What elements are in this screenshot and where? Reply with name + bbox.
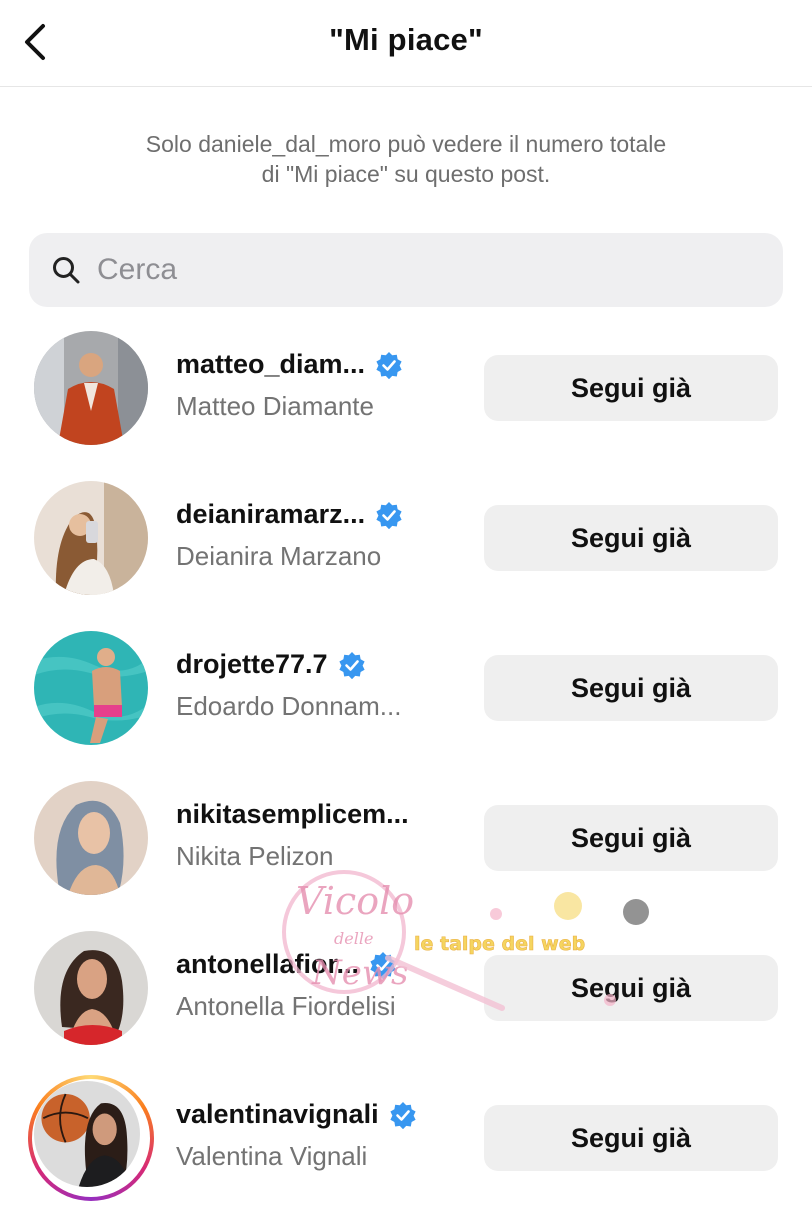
avatar[interactable] [34, 931, 148, 1045]
username: valentinavignali [176, 1099, 379, 1129]
following-button[interactable]: Segui già [484, 655, 778, 721]
verified-badge-icon [375, 501, 403, 529]
full-name: Nikita Pelizon [176, 841, 334, 871]
likes-privacy-notice: Solo daniele_dal_moro può vedere il nume… [60, 129, 752, 189]
search-input[interactable] [95, 252, 719, 288]
username: antonellafior... [176, 949, 360, 979]
full-name: Antonella Fiordelisi [176, 991, 396, 1021]
list-item: antonellafior... Antonella Fiordelisi Se… [0, 931, 812, 1081]
username-link[interactable]: valentinavignali [176, 1099, 417, 1130]
avatar[interactable] [34, 481, 148, 595]
username: drojette77.7 [176, 649, 328, 679]
following-button[interactable]: Segui già [484, 355, 778, 421]
username: deianiramarz... [176, 499, 366, 529]
avatar-with-story-ring[interactable] [28, 1075, 154, 1201]
full-name: Deianira Marzano [176, 541, 382, 571]
username: nikitasemplicem... [176, 799, 409, 829]
username-link[interactable]: nikitasemplicem... [176, 799, 409, 830]
username-link[interactable]: antonellafior... [176, 949, 397, 980]
list-item: nikitasemplicem... Nikita Pelizon Segui … [0, 781, 812, 931]
username-link[interactable]: matteo_diam... [176, 349, 403, 380]
verified-badge-icon [375, 351, 403, 379]
full-name: Edoardo Donnam... [176, 691, 402, 721]
list-item: matteo_diam... Matteo Diamante Segui già [0, 331, 812, 481]
verified-badge-icon [369, 951, 397, 979]
search-bar[interactable] [29, 233, 783, 307]
username-link[interactable]: deianiramarz... [176, 499, 403, 530]
verified-badge-icon [338, 651, 366, 679]
header-bar: "Mi piace" [0, 0, 812, 87]
following-button[interactable]: Segui già [484, 805, 778, 871]
verified-badge-icon [389, 1101, 417, 1129]
following-button[interactable]: Segui già [484, 505, 778, 571]
list-item: valentinavignali Valentina Vignali Segui… [0, 1075, 812, 1231]
notice-line-1: Solo daniele_dal_moro può vedere il nume… [145, 131, 667, 157]
avatar[interactable] [34, 631, 148, 745]
page-title: "Mi piace" [329, 22, 483, 57]
following-button[interactable]: Segui già [484, 955, 778, 1021]
list-item: drojette77.7 Edoardo Donnam... Segui già [0, 631, 812, 781]
following-button[interactable]: Segui già [484, 1105, 778, 1171]
notice-line-2: di "Mi piace" su questo post. [261, 161, 551, 187]
username: matteo_diam... [176, 349, 366, 379]
full-name: Matteo Diamante [176, 391, 374, 421]
list-item: deianiramarz... Deianira Marzano Segui g… [0, 481, 812, 631]
full-name: Valentina Vignali [176, 1141, 368, 1171]
avatar[interactable] [34, 781, 148, 895]
avatar[interactable] [34, 331, 148, 445]
search-icon [51, 255, 81, 285]
username-link[interactable]: drojette77.7 [176, 649, 366, 680]
